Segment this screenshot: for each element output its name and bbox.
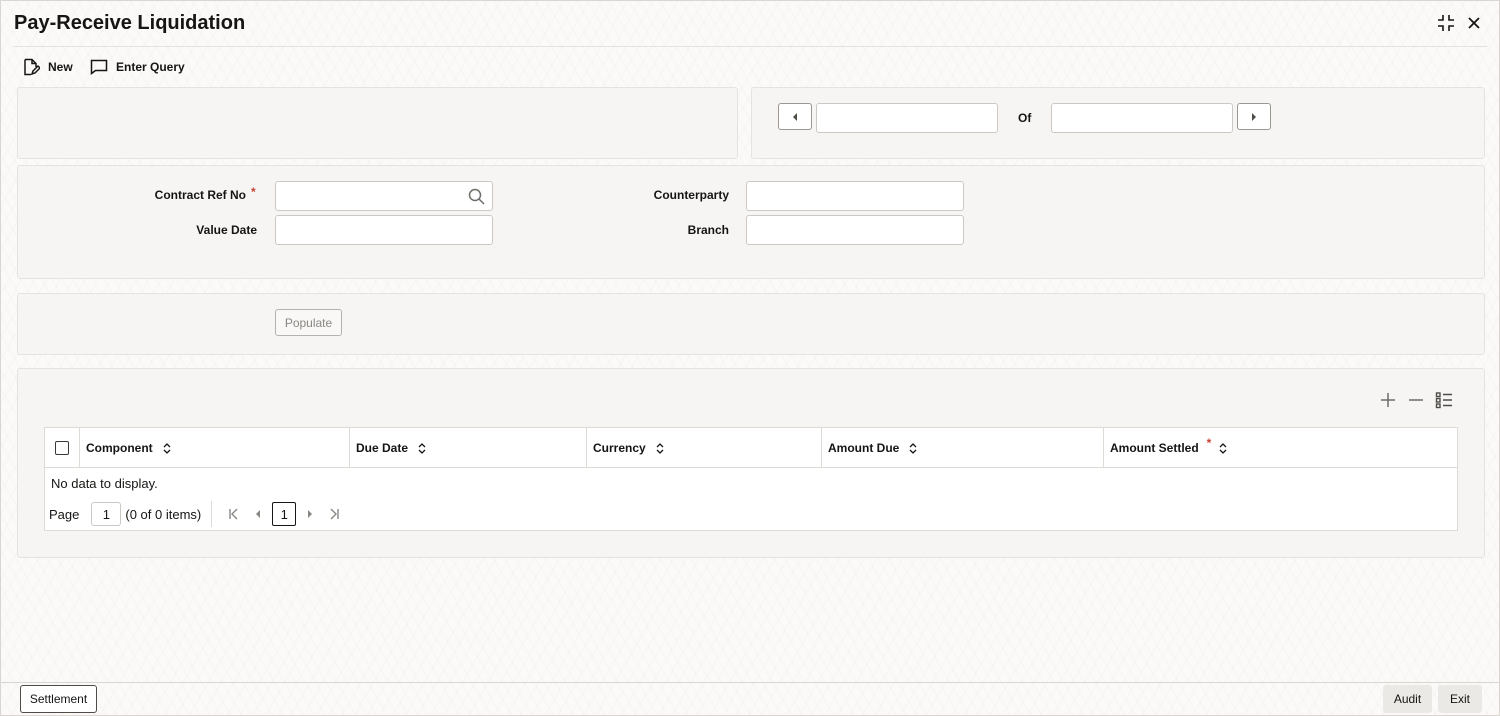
items-count: (0 of 0 items) xyxy=(125,506,202,522)
sort-icon[interactable] xyxy=(418,442,426,454)
title-divider xyxy=(13,46,1487,47)
next-record-button[interactable] xyxy=(1237,103,1271,130)
previous-page-icon[interactable] xyxy=(246,509,270,519)
caret-right-icon xyxy=(1252,112,1256,121)
table-header: Component Due Date Currency Amount Due A… xyxy=(45,428,1457,468)
sort-icon[interactable] xyxy=(163,442,171,454)
compress-icon[interactable] xyxy=(1434,11,1458,35)
enter-query-label: Enter Query xyxy=(116,60,185,74)
liquidation-components-table: Component Due Date Currency Amount Due A… xyxy=(44,427,1458,531)
branch-label: Branch xyxy=(687,223,729,237)
branch-field[interactable] xyxy=(746,215,964,245)
empty-table-message: No data to display. xyxy=(51,476,158,491)
column-header-due-date[interactable]: Due Date xyxy=(350,428,587,468)
populate-panel xyxy=(17,293,1485,355)
of-label: Of xyxy=(1018,111,1032,125)
column-header-amount-due[interactable]: Amount Due xyxy=(822,428,1104,468)
page-number-input[interactable]: 1 xyxy=(91,502,122,526)
comment-icon xyxy=(90,59,108,75)
new-button[interactable]: New xyxy=(22,57,73,77)
settlement-button[interactable]: Settlement xyxy=(20,685,97,713)
enter-query-button[interactable]: Enter Query xyxy=(90,57,185,77)
column-component-label: Component xyxy=(86,441,153,455)
column-header-component[interactable]: Component xyxy=(80,428,350,468)
column-amount-settled-label: Amount Settled xyxy=(1110,441,1199,455)
column-currency-label: Currency xyxy=(593,441,646,455)
audit-button[interactable]: Audit xyxy=(1383,685,1432,713)
previous-record-button[interactable] xyxy=(778,103,812,130)
caret-left-icon xyxy=(793,112,797,121)
total-records-field[interactable] xyxy=(1051,103,1233,133)
pagination-bar: Page 1 (0 of 0 items) 1 xyxy=(49,501,346,527)
sort-icon[interactable] xyxy=(656,442,664,454)
page-label: Page xyxy=(49,506,80,522)
search-icon[interactable] xyxy=(468,188,485,205)
last-page-icon[interactable] xyxy=(322,508,346,520)
contract-ref-no-label: Contract Ref No xyxy=(154,188,246,202)
current-record-field[interactable] xyxy=(816,103,998,133)
counterparty-label: Counterparty xyxy=(653,188,729,202)
single-view-icon[interactable] xyxy=(1432,389,1456,411)
sort-icon[interactable] xyxy=(909,442,917,454)
first-page-icon[interactable] xyxy=(222,508,246,520)
select-all-cell xyxy=(45,428,80,468)
delete-row-icon[interactable] xyxy=(1404,389,1428,411)
footer-divider xyxy=(1,682,1499,683)
value-date-field[interactable] xyxy=(275,215,493,245)
next-page-icon[interactable] xyxy=(298,509,322,519)
current-page-button[interactable]: 1 xyxy=(272,502,297,526)
close-icon[interactable] xyxy=(1462,11,1486,35)
page-title: Pay-Receive Liquidation xyxy=(14,12,246,34)
sort-icon[interactable] xyxy=(1219,442,1227,454)
new-label: New xyxy=(48,60,73,74)
header-left-panel xyxy=(17,87,738,159)
new-document-icon xyxy=(24,58,40,76)
pager-divider xyxy=(211,501,213,527)
required-marker: * xyxy=(1206,436,1212,450)
exit-button[interactable]: Exit xyxy=(1438,685,1482,713)
add-row-icon[interactable] xyxy=(1376,389,1400,411)
required-marker: * xyxy=(251,185,256,199)
populate-button[interactable]: Populate xyxy=(275,309,342,336)
contract-ref-no-field[interactable] xyxy=(275,181,493,211)
column-header-currency[interactable]: Currency xyxy=(587,428,822,468)
counterparty-field[interactable] xyxy=(746,181,964,211)
column-due-date-label: Due Date xyxy=(356,441,409,455)
select-all-checkbox[interactable] xyxy=(55,441,69,455)
value-date-label: Value Date xyxy=(196,223,257,237)
window-frame: Pay-Receive Liquidation New Enter Query … xyxy=(0,0,1500,716)
column-header-amount-settled[interactable]: Amount Settled * xyxy=(1104,428,1457,468)
column-amount-due-label: Amount Due xyxy=(828,441,900,455)
